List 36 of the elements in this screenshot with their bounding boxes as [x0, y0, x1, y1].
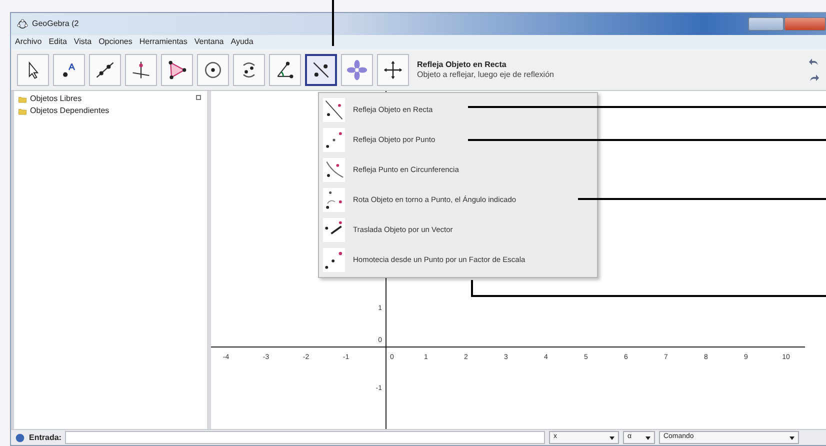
close-icon[interactable] — [196, 95, 201, 100]
tool-button[interactable] — [197, 54, 229, 86]
caret-icon — [789, 434, 796, 440]
flower-icon — [346, 58, 368, 80]
leader-line — [332, 0, 334, 46]
menu-item[interactable]: Ayuda — [230, 36, 254, 48]
tool-button[interactable] — [17, 54, 49, 86]
move-icon — [382, 58, 404, 80]
menu-item[interactable]: Archivo — [15, 36, 42, 48]
reflect-line-icon — [323, 98, 345, 122]
menu-item[interactable]: Vista — [74, 36, 92, 48]
menu-item[interactable]: Opciones — [98, 36, 132, 48]
tree-item[interactable]: Objetos Dependientes — [30, 105, 110, 117]
caret-icon — [609, 434, 616, 440]
caret-icon — [645, 434, 652, 440]
menu-item[interactable]: Herramientas — [139, 36, 188, 48]
tool-hint: Objeto a reflejar, luego eje de reflexión — [417, 70, 554, 79]
tool-button[interactable] — [161, 54, 193, 86]
input-label: Entrada: — [29, 432, 62, 444]
menu-item[interactable]: Ventana — [194, 36, 224, 48]
tool-button[interactable] — [125, 54, 157, 86]
minimize-button[interactable] — [748, 17, 784, 31]
menu-item[interactable]: Edita — [48, 36, 67, 48]
tool-button[interactable] — [269, 54, 301, 86]
polygon-icon — [166, 58, 188, 80]
tool-button[interactable] — [233, 54, 265, 86]
tree-item[interactable]: Objetos Libres — [30, 93, 82, 105]
tool-name: Refleja Objeto en Recta — [417, 60, 508, 70]
tool-button[interactable] — [89, 54, 121, 86]
tool-button[interactable] — [305, 54, 337, 86]
tool-button[interactable] — [53, 54, 85, 86]
tool-button[interactable] — [377, 54, 409, 86]
window-title: GeoGebra (2 — [32, 18, 79, 30]
app-icon — [17, 18, 28, 30]
help-icon — [15, 432, 25, 442]
input-field[interactable] — [65, 431, 546, 444]
